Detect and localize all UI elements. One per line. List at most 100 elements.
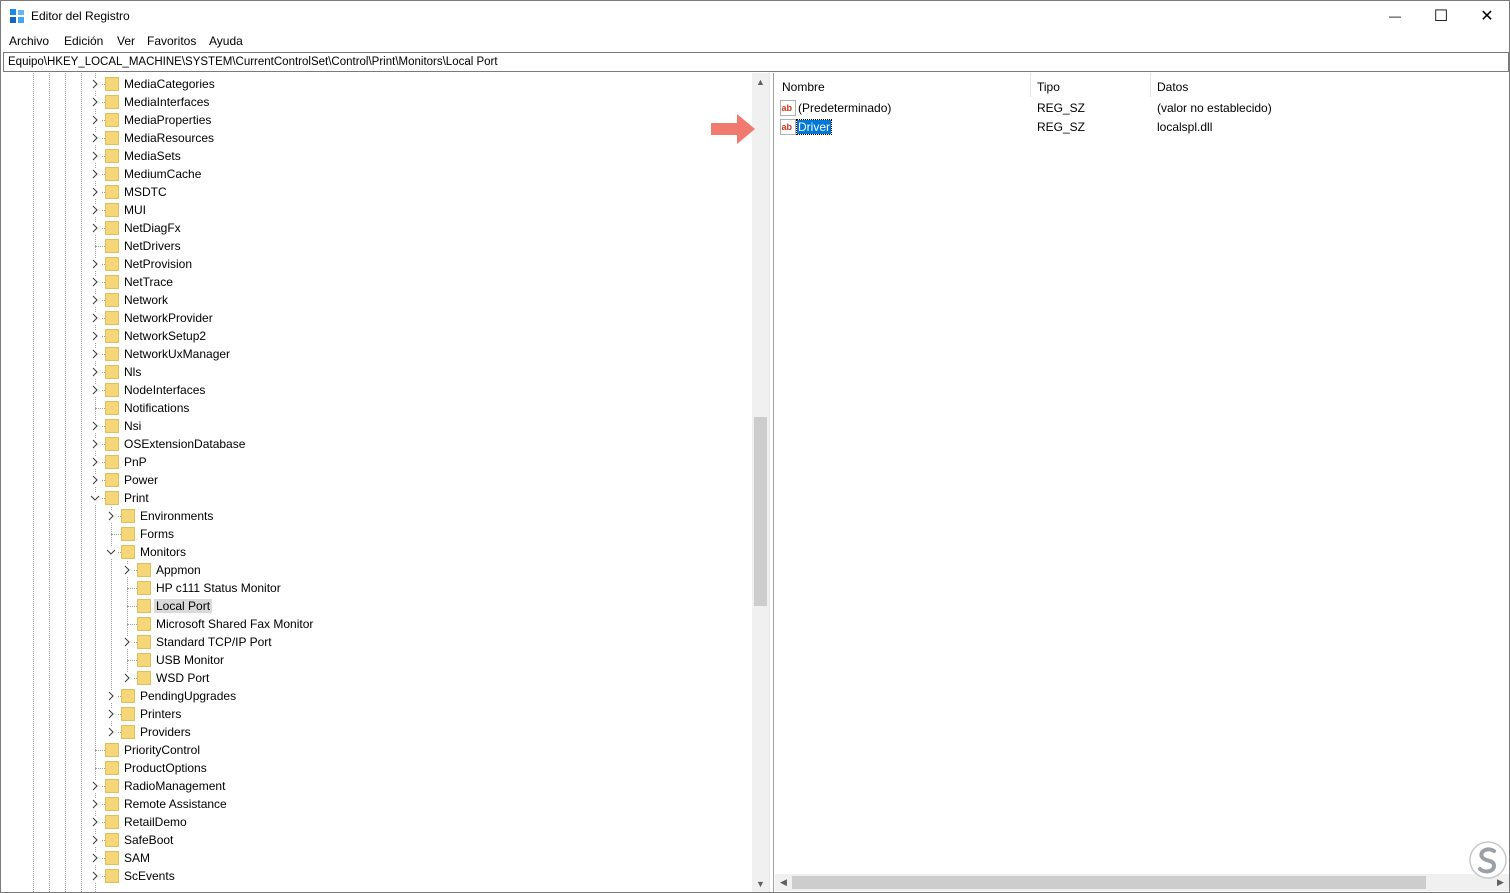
tree-node[interactable]: RetailDemo [3,813,752,831]
tree-node-label[interactable]: NetworkUxManager [122,347,232,361]
tree-node[interactable]: NetProvision [3,255,752,273]
close-button[interactable]: ✕ [1464,1,1510,31]
tree-node[interactable]: Print [3,489,752,507]
tree-node-label[interactable]: MediaCategories [122,77,217,91]
tree-node-label[interactable]: MediaSets [122,149,183,163]
tree-node-label[interactable]: PriorityControl [122,743,202,757]
tree-node-label[interactable]: Microsoft Shared Fax Monitor [154,617,315,631]
chevron-right-icon[interactable] [89,78,101,90]
tree-node[interactable]: SAM [3,849,752,867]
tree-node[interactable]: Providers [3,723,752,741]
chevron-right-icon[interactable] [89,384,101,396]
tree-node-label[interactable]: Monitors [138,545,188,559]
tree-node[interactable]: PriorityControl [3,741,752,759]
tree-node-label[interactable]: Remote Assistance [122,797,229,811]
tree-node-label[interactable]: ScEvents [122,869,177,883]
tree-node[interactable]: Power [3,471,752,489]
chevron-right-icon[interactable] [89,474,101,486]
chevron-right-icon[interactable] [89,258,101,270]
maximize-button[interactable]: ☐ [1418,1,1464,31]
chevron-right-icon[interactable] [89,852,101,864]
tree-node[interactable]: Appmon [3,561,752,579]
tree-node-label[interactable]: Forms [138,527,176,541]
tree-node-label[interactable]: OSExtensionDatabase [122,437,247,451]
tree-node-label[interactable]: Nsi [122,419,143,433]
tree-node-label[interactable]: Printers [138,707,183,721]
tree-node-label[interactable]: Appmon [154,563,203,577]
key-tree-pane[interactable]: MediaCategories MediaInterfaces MediaPrope… [3,73,769,892]
chevron-right-icon[interactable] [89,114,101,126]
chevron-right-icon[interactable] [105,690,117,702]
tree-node-label[interactable]: Standard TCP/IP Port [154,635,274,649]
tree-node[interactable]: Microsoft Shared Fax Monitor [3,615,752,633]
chevron-right-icon[interactable] [89,366,101,378]
tree-node[interactable]: Forms [3,525,752,543]
tree-node[interactable]: Nls [3,363,752,381]
chevron-right-icon[interactable] [89,312,101,324]
tree-node-label[interactable]: Environments [138,509,215,523]
chevron-down-icon[interactable] [105,546,117,558]
chevron-right-icon[interactable] [89,132,101,144]
chevron-right-icon[interactable] [105,510,117,522]
chevron-right-icon[interactable] [89,870,101,882]
tree-node-label[interactable]: PnP [122,455,149,469]
tree-node-label[interactable]: MediumCache [122,167,203,181]
tree-node[interactable]: RadioManagement [3,777,752,795]
tree-node[interactable]: NodeInterfaces [3,381,752,399]
tree-node-label[interactable]: HP c111 Status Monitor [154,581,283,595]
tree-node[interactable]: Remote Assistance [3,795,752,813]
tree-node[interactable]: Printers [3,705,752,723]
chevron-right-icon[interactable] [89,348,101,360]
tree-node[interactable]: NetTrace [3,273,752,291]
tree-node[interactable]: MUI [3,201,752,219]
tree-node[interactable]: MediaSets [3,147,752,165]
tree-node[interactable]: PnP [3,453,752,471]
tree-node[interactable]: MSDTC [3,183,752,201]
tree-node-label[interactable]: Notifications [122,401,191,415]
chevron-right-icon[interactable] [89,222,101,234]
scroll-up-arrow-icon[interactable]: ▲ [752,73,769,90]
tree-node[interactable]: NetworkUxManager [3,345,752,363]
chevron-right-icon[interactable] [89,330,101,342]
tree-node-label[interactable]: RadioManagement [122,779,227,793]
tree-node[interactable]: Local Port [3,597,752,615]
menu-favoritos[interactable]: Favoritos [147,34,196,48]
tree-node-label[interactable]: NetworkProvider [122,311,215,325]
chevron-right-icon[interactable] [105,726,117,738]
menu-archivo[interactable]: Archivo [9,34,49,48]
tree-node-label[interactable]: MSDTC [122,185,169,199]
tree-node[interactable]: NetDrivers [3,237,752,255]
tree-node[interactable]: MediaInterfaces [3,93,752,111]
chevron-right-icon[interactable] [89,816,101,828]
chevron-right-icon[interactable] [89,798,101,810]
tree-node[interactable]: WSD Port [3,669,752,687]
tree-node-label[interactable]: ProductOptions [122,761,209,775]
tree-node-label[interactable]: SafeBoot [122,833,175,847]
tree-node[interactable]: ProductOptions [3,759,752,777]
tree-node-label[interactable]: NetworkSetup2 [122,329,208,343]
tree-node-label[interactable]: NetDiagFx [122,221,183,235]
value-name[interactable]: (Predeterminado) [797,101,892,115]
tree-node[interactable]: MediaProperties [3,111,752,129]
tree-node-label[interactable]: MUI [122,203,148,217]
menu-edicion[interactable]: Edición [64,34,103,48]
tree-node[interactable]: MediaResources [3,129,752,147]
tree-node-label[interactable]: SAM [122,851,152,865]
minimize-button[interactable]: — [1372,1,1418,31]
tree-node[interactable]: Monitors [3,543,752,561]
chevron-right-icon[interactable] [89,834,101,846]
chevron-right-icon[interactable] [89,276,101,288]
tree-node[interactable]: SafeBoot [3,831,752,849]
tree-node[interactable]: Nsi [3,417,752,435]
values-list-pane[interactable]: Nombre Tipo Datos ab (Predeterminado) REG_… [775,73,1509,892]
chevron-right-icon[interactable] [89,438,101,450]
chevron-right-icon[interactable] [89,168,101,180]
chevron-down-icon[interactable] [89,492,101,504]
column-header-type[interactable]: Tipo [1030,73,1150,97]
scroll-down-arrow-icon[interactable]: ▼ [752,875,769,892]
tree-node-label[interactable]: NetProvision [122,257,194,271]
column-header-name[interactable]: Nombre [775,73,1030,97]
chevron-right-icon[interactable] [89,294,101,306]
tree-vertical-scrollbar[interactable]: ▲ ▼ [752,73,769,892]
tree-node[interactable]: MediaCategories [3,75,752,93]
